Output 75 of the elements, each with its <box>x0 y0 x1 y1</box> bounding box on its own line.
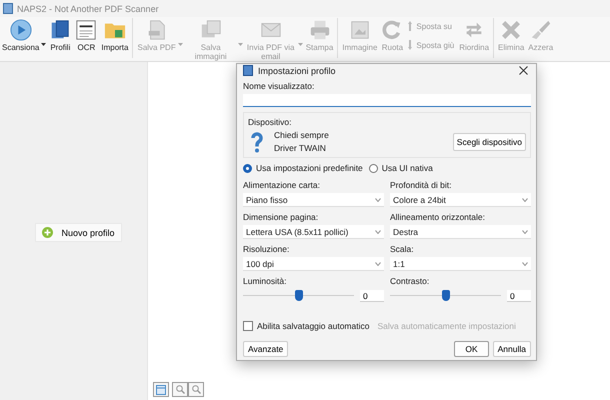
dropdown-value: 100 dpi <box>246 258 274 268</box>
window-title: NAPS2 - Not Another PDF Scanner <box>17 4 159 14</box>
brush-icon <box>530 19 552 41</box>
question-mark-icon <box>250 130 264 152</box>
advanced-button[interactable]: Avanzate <box>243 341 288 357</box>
chevron-icon <box>375 198 381 202</box>
documents-icon <box>49 19 72 41</box>
field-label: Contrasto: <box>390 276 430 286</box>
down-arrow-icon <box>408 40 412 50</box>
magnifier-icon <box>176 385 184 394</box>
zoom-out-button[interactable] <box>172 382 188 397</box>
close-icon <box>519 66 528 75</box>
slider[interactable] <box>243 289 354 303</box>
caret-icon <box>178 43 183 46</box>
new-profile-button[interactable]: Nuovo profilo <box>35 223 122 242</box>
close-button[interactable] <box>517 64 530 77</box>
caret-icon <box>298 43 303 46</box>
plus-icon <box>42 227 54 238</box>
ok-button[interactable]: OK <box>454 341 489 357</box>
toolbar-button[interactable]: Importa <box>99 18 130 53</box>
dialog-title: Impostazioni profilo <box>258 66 337 76</box>
radio-button[interactable] <box>368 164 378 172</box>
field-label: Dimensione pagina: <box>243 212 320 222</box>
dropdown-value: Piano fisso <box>246 194 288 204</box>
dropdown[interactable]: 100 dpi <box>243 257 384 271</box>
name-input-field[interactable] <box>243 94 531 107</box>
chevron-icon <box>375 230 381 234</box>
device-info: Chiedi sempre <box>274 130 330 140</box>
magnifier-icon <box>192 385 200 394</box>
value-input-field[interactable]: 0 <box>360 290 384 302</box>
radio-label: Usa UI nativa <box>382 163 433 173</box>
radio-option[interactable]: Usa UI nativa <box>368 163 433 173</box>
window-icon <box>156 384 166 394</box>
dropdown-value: 1:1 <box>393 258 405 268</box>
profile-icon <box>243 65 253 76</box>
dropdown-value: Destra <box>393 226 418 236</box>
chevron-icon <box>522 198 528 202</box>
dropdown-value: Lettera USA (8.5x11 pollici) <box>246 226 348 236</box>
slider-thumb[interactable] <box>294 290 302 301</box>
dropdown-value: Colore a 24bit <box>393 194 446 204</box>
caret-icon <box>41 43 46 46</box>
view-button[interactable] <box>153 382 169 397</box>
slider[interactable] <box>390 289 501 303</box>
chevron-icon <box>522 262 528 266</box>
cross-icon <box>500 19 522 41</box>
chevron-icon <box>522 230 528 234</box>
dropdown[interactable]: Lettera USA (8.5x11 pollici) <box>243 225 384 239</box>
field-label: Risoluzione: <box>243 244 290 254</box>
zoom-in-button[interactable] <box>188 382 204 397</box>
caret-icon <box>238 43 243 46</box>
group-label: Dispositivo: <box>248 117 292 127</box>
dropdown[interactable]: Colore a 24bit <box>390 193 531 207</box>
field-label: Allineamento orizzontale: <box>390 212 486 222</box>
dropdown[interactable]: Destra <box>390 225 531 239</box>
up-arrow-icon <box>408 21 412 31</box>
field-label: Nome visualizzato: <box>243 81 316 91</box>
value-input-field[interactable]: 0 <box>507 290 531 302</box>
field-label: Profondità di bit: <box>390 180 452 190</box>
choose-device-button[interactable]: Scegli dispositivo <box>452 132 526 150</box>
field-label: Scala: <box>390 244 415 254</box>
slider-thumb[interactable] <box>442 290 450 301</box>
checkbox[interactable] <box>243 321 253 331</box>
radio-button[interactable] <box>243 164 252 172</box>
chevron-icon <box>375 262 381 266</box>
field-label: Luminosità: <box>243 276 288 286</box>
dropdown[interactable]: Piano fisso <box>243 193 384 207</box>
cancel-button[interactable]: Annulla <box>492 341 531 357</box>
play-icon <box>10 19 32 41</box>
toolbar-button[interactable]: Scansiona <box>0 18 42 53</box>
field-label: Alimentazione carta: <box>243 180 322 190</box>
dropdown[interactable]: 1:1 <box>390 257 531 271</box>
app-icon <box>3 3 13 14</box>
device-info: Driver TWAIN <box>274 143 327 153</box>
toolbar-button[interactable]: OCR <box>73 18 100 53</box>
toolbar-button[interactable]: Profili <box>47 18 74 53</box>
